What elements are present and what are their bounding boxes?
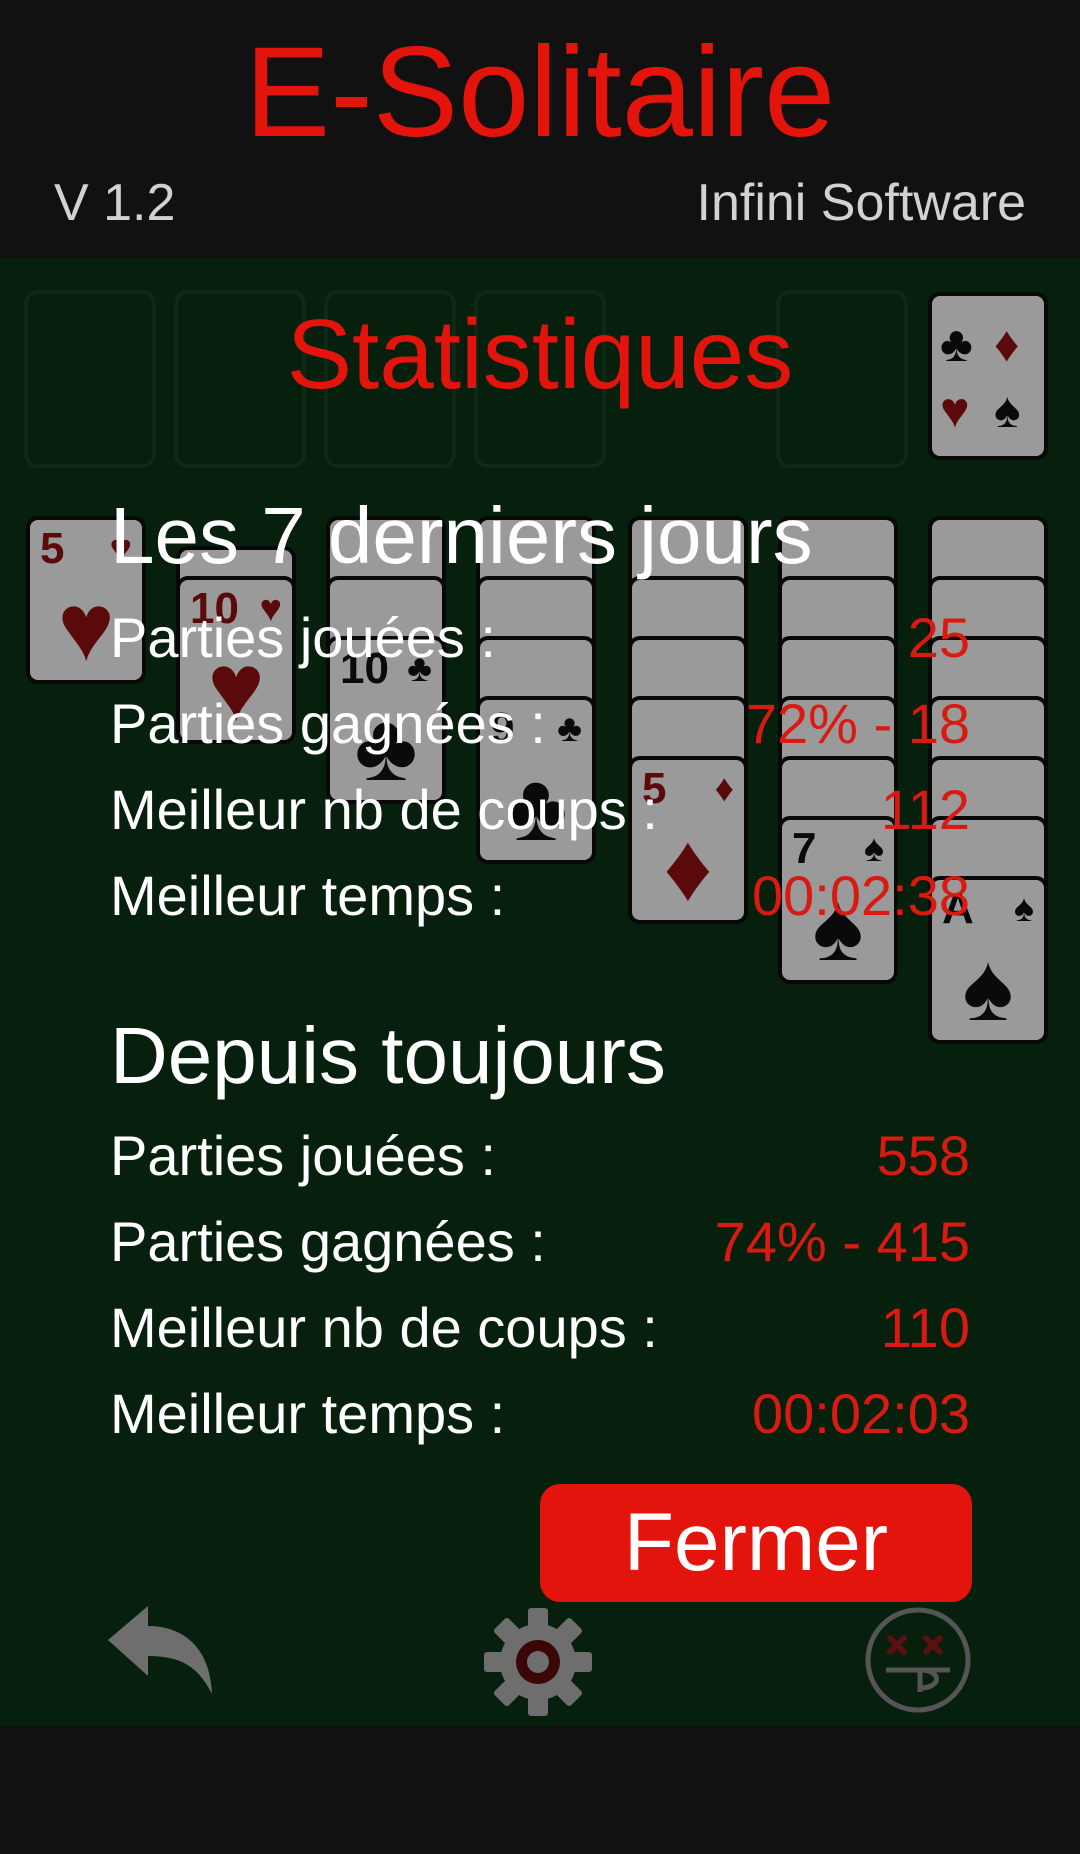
stat-label: Parties gagnées : <box>110 1210 546 1273</box>
stat-label: Parties gagnées : <box>110 692 546 755</box>
stat-label: Meilleur nb de coups : <box>110 1296 658 1359</box>
stat-row-games-won: Parties gagnées : 72% - 18 <box>110 688 970 760</box>
stat-row-games-won: Parties gagnées : 74% - 415 <box>110 1206 970 1278</box>
recent-heading: Les 7 derniers jours <box>110 491 813 580</box>
undo-button[interactable] <box>100 1598 220 1708</box>
give-up-button[interactable] <box>862 1604 974 1716</box>
stat-row-best-time: Meilleur temps : 00:02:03 <box>110 1378 970 1450</box>
stat-row-best-moves: Meilleur nb de coups : 110 <box>110 1292 970 1364</box>
stat-value: 558 <box>876 1124 970 1187</box>
stat-label: Parties jouées : <box>110 606 496 669</box>
gear-icon <box>484 1608 592 1716</box>
undo-arrow-icon <box>108 1606 212 1694</box>
stat-value: 110 <box>880 1296 970 1359</box>
stat-value: 25 <box>907 606 970 669</box>
app-header: E-Solitaire V 1.2 Infini Software <box>0 0 1080 258</box>
stat-row-games-played: Parties jouées : 25 <box>110 602 970 674</box>
stat-value: 72% - 18 <box>745 692 970 755</box>
stat-value: 112 <box>880 778 970 841</box>
app-title: E-Solitaire <box>244 21 836 164</box>
game-board: ♣ ♦ ♥ ♠ 5 ♥ ♥ 10 ♥ ♥ 10 ♣ ♣ 9 ♣ ♣ 5 ♦ ♦ … <box>0 258 1080 1726</box>
stat-label: Meilleur temps : <box>110 1382 506 1445</box>
all-time-heading: Depuis toujours <box>110 1011 666 1100</box>
stat-value: 00:02:38 <box>752 864 970 927</box>
close-button[interactable]: Fermer <box>540 1484 972 1602</box>
stat-label: Meilleur temps : <box>110 864 506 927</box>
stat-label: Parties jouées : <box>110 1124 496 1187</box>
stat-value: 74% - 415 <box>714 1210 970 1273</box>
dizzy-face-icon <box>865 1607 971 1713</box>
stat-row-best-moves: Meilleur nb de coups : 112 <box>110 774 970 846</box>
version-label: V 1.2 <box>54 174 176 232</box>
company-label: Infini Software <box>696 174 1027 232</box>
dialog-title: Statistiques <box>286 299 794 409</box>
settings-button[interactable] <box>482 1606 594 1718</box>
stat-value: 00:02:03 <box>752 1382 970 1445</box>
statistics-dialog: Statistiques Les 7 derniers jours Partie… <box>0 258 1080 1726</box>
stat-label: Meilleur nb de coups : <box>110 778 658 841</box>
system-bottom-bar <box>0 1726 1080 1854</box>
stat-row-games-played: Parties jouées : 558 <box>110 1120 970 1192</box>
stat-row-best-time: Meilleur temps : 00:02:38 <box>110 860 970 932</box>
